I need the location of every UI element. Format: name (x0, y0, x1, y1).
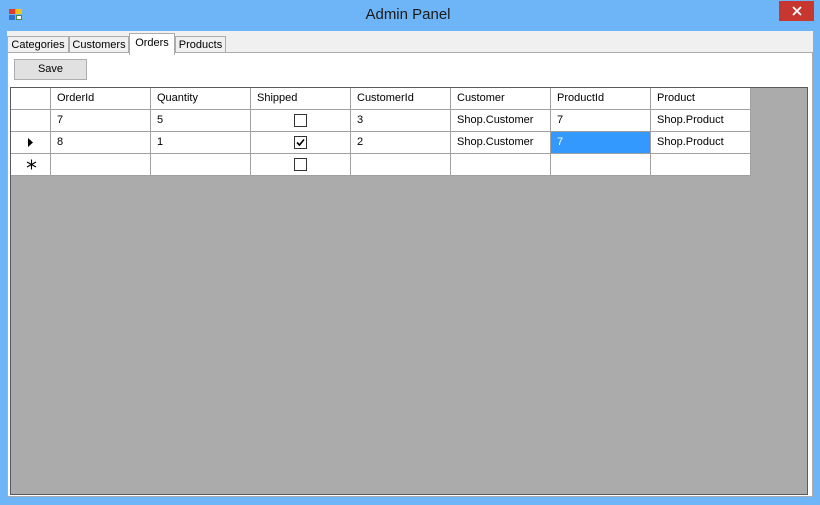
grid-cell-customerid[interactable]: 3 (351, 110, 451, 132)
grid-cell-productid[interactable]: 7 (551, 110, 651, 132)
grid-cell-customer[interactable] (451, 154, 551, 176)
grid-cell-customer[interactable]: Shop.Customer (451, 110, 551, 132)
row-header[interactable] (11, 110, 51, 132)
window-title: Admin Panel (365, 6, 451, 23)
save-button[interactable]: Save (14, 59, 87, 80)
column-header-productid[interactable]: ProductId (551, 88, 651, 110)
app-window: Admin Panel Categories Customers Orders … (0, 0, 820, 505)
close-button[interactable] (779, 1, 814, 21)
grid-cell-orderid[interactable]: 8 (51, 132, 151, 154)
grid-cell-quantity[interactable]: 5 (151, 110, 251, 132)
new-row-header[interactable] (11, 154, 51, 176)
shipped-checkbox[interactable] (294, 136, 307, 149)
grid-cell-shipped[interactable] (251, 110, 351, 132)
grid-cell-product[interactable]: Shop.Product (651, 132, 751, 154)
grid-cell-orderid[interactable] (51, 154, 151, 176)
grid-cell-shipped[interactable] (251, 154, 351, 176)
column-header-product[interactable]: Product (651, 88, 751, 110)
new-row-asterisk-icon (26, 159, 36, 170)
column-header-customerid[interactable]: CustomerId (351, 88, 451, 110)
column-header-quantity[interactable]: Quantity (151, 88, 251, 110)
column-header-customer[interactable]: Customer (451, 88, 551, 110)
grid-cell-product[interactable]: Shop.Product (651, 110, 751, 132)
grid-cell-quantity[interactable]: 1 (151, 132, 251, 154)
grid-cell-shipped[interactable] (251, 132, 351, 154)
grid-cell-customerid[interactable]: 2 (351, 132, 451, 154)
grid-cell-customerid[interactable] (351, 154, 451, 176)
column-header-orderid[interactable]: OrderId (51, 88, 151, 110)
orders-tab-page: Save OrderId Quantity Shipped CustomerId Cus… (7, 52, 813, 497)
shipped-checkbox[interactable] (294, 158, 307, 171)
checkmark-icon (296, 138, 305, 147)
row-header[interactable] (11, 132, 51, 154)
grid-cell-productid[interactable] (551, 154, 651, 176)
orders-data-grid[interactable]: OrderId Quantity Shipped CustomerId Customer… (10, 87, 808, 495)
grid-cell-orderid[interactable]: 7 (51, 110, 151, 132)
tab-orders[interactable]: Orders (129, 33, 175, 55)
title-bar[interactable]: Admin Panel (0, 0, 820, 30)
current-row-arrow-icon (28, 138, 33, 147)
grid-cell-product[interactable] (651, 154, 751, 176)
grid-corner-header[interactable] (11, 88, 51, 110)
close-icon (791, 6, 802, 16)
grid-cell-customer[interactable]: Shop.Customer (451, 132, 551, 154)
column-header-shipped[interactable]: Shipped (251, 88, 351, 110)
client-area: Categories Customers Orders Products Sav… (7, 31, 813, 497)
grid-cell-productid[interactable]: 7 (551, 132, 651, 154)
shipped-checkbox[interactable] (294, 114, 307, 127)
grid-cell-quantity[interactable] (151, 154, 251, 176)
